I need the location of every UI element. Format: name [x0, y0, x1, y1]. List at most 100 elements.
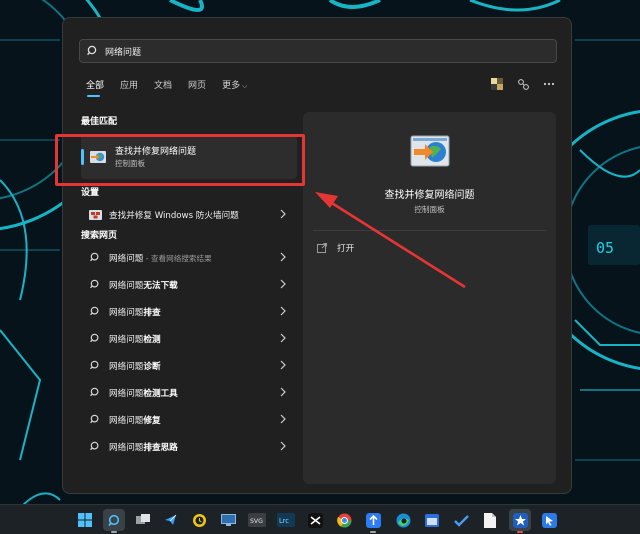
tab-web[interactable]: 网页	[188, 79, 206, 101]
web-search-item-label: 网络问题排查	[109, 306, 161, 318]
account-link-icon[interactable]	[515, 76, 531, 92]
mosaic-tile-icon[interactable]	[489, 76, 505, 92]
chevron-right-icon	[280, 441, 286, 451]
todo-check-icon[interactable]	[450, 509, 472, 531]
results-list: 最佳匹配 查找并修复网络问题 控制面板 设置 查找并修复 Windows 防火墙…	[81, 114, 297, 460]
web-search-item[interactable]: 网络问题无法下载	[81, 271, 297, 298]
chevron-right-icon	[280, 306, 286, 316]
chevron-right-icon	[280, 333, 286, 343]
search-icon	[87, 40, 105, 62]
tab-more[interactable]: 更多 ⌵	[222, 79, 247, 101]
search-icon	[87, 250, 103, 266]
chevron-down-icon: ⌵	[242, 82, 248, 90]
filter-tabs: 全部 应用 文档 网页 更多 ⌵	[86, 79, 263, 101]
wallpaper-badge-text: 05	[596, 239, 614, 257]
windows-start-icon[interactable]	[74, 509, 96, 531]
web-search-item-prefix: 网络问题	[109, 442, 144, 453]
network-troubleshooter-large-icon	[410, 134, 450, 168]
search-input[interactable]	[105, 41, 556, 61]
lyrics-app-icon[interactable]: Lrc	[275, 509, 297, 531]
web-search-rows: 网络问题 - 查看网络搜索结果 网络问题无法下载 网络问题排查 网络问题检测 网络问题诊…	[81, 244, 297, 460]
web-search-item-prefix: 网络问题	[109, 334, 144, 345]
tab-documents[interactable]: 文档	[154, 79, 172, 101]
firewall-settings-icon	[87, 207, 103, 223]
web-search-item-label: 网络问题无法下载	[109, 279, 178, 291]
search-icon	[87, 385, 103, 401]
web-search-item-label: 网络问题修复	[109, 414, 161, 426]
document-file-icon[interactable]	[479, 509, 501, 531]
task-view-icon[interactable]	[132, 509, 154, 531]
best-match-texts: 查找并修复网络问题 控制面板	[115, 146, 196, 169]
svg-editor-label: SVG	[250, 518, 263, 525]
web-search-item-label: 网络问题排查思路	[109, 441, 178, 453]
web-search-item-suffix: - 查看网络搜索结果	[143, 253, 212, 263]
web-search-item[interactable]: 网络问题修复	[81, 406, 297, 433]
selection-accent-bar	[81, 149, 84, 165]
web-search-item-bold: 修复	[143, 415, 161, 426]
open-external-icon	[317, 243, 327, 253]
chevron-right-icon	[280, 387, 286, 397]
settings-item-label: 查找并修复 Windows 防火墙问题	[109, 210, 239, 221]
web-search-item-label: 网络问题检测工具	[109, 387, 178, 399]
web-search-item-label: 网络问题诊断	[109, 360, 161, 372]
web-search-item[interactable]: 网络问题检测	[81, 325, 297, 352]
web-search-item-prefix: 网络问题	[109, 415, 144, 426]
lyrics-app-label: Lrc	[279, 517, 289, 525]
best-match-result[interactable]: 查找并修复网络问题 控制面板	[81, 135, 297, 179]
chevron-right-icon	[280, 360, 286, 370]
taskbar-search-icon[interactable]	[103, 509, 125, 533]
web-search-item-bold: 排查思路	[143, 442, 178, 453]
chevron-right-icon	[280, 209, 286, 219]
web-search-item-bold: 诊断	[143, 361, 161, 372]
preview-title: 查找并修复网络问题	[384, 190, 475, 201]
more-dots-icon[interactable]	[541, 76, 557, 92]
web-search-item-bold: 排查	[143, 307, 161, 318]
section-title-web-search: 搜索网页	[81, 231, 118, 241]
cursor-app-icon[interactable]	[538, 509, 560, 531]
feishu-app-icon[interactable]	[160, 509, 182, 531]
chevron-right-icon	[280, 252, 286, 262]
preview-divider	[313, 230, 546, 231]
chevron-right-icon	[280, 414, 286, 424]
chevron-right-icon	[280, 279, 286, 289]
tab-all[interactable]: 全部	[86, 79, 104, 101]
web-search-item-bold: 检测	[143, 334, 161, 345]
web-search-item[interactable]: 网络问题排查思路	[81, 433, 297, 460]
web-search-item-prefix: 网络问题	[109, 253, 144, 264]
web-search-item[interactable]: 网络问题诊断	[81, 352, 297, 379]
settings-item-firewall[interactable]: 查找并修复 Windows 防火墙问题	[81, 201, 297, 228]
svg-editor-icon[interactable]: SVG	[246, 509, 268, 531]
search-box[interactable]	[79, 39, 557, 63]
edge-browser-icon[interactable]	[392, 509, 414, 531]
search-icon	[87, 358, 103, 374]
notification-indicator	[517, 531, 523, 533]
search-icon	[87, 277, 103, 293]
web-search-item[interactable]: 网络问题检测工具	[81, 379, 297, 406]
search-icon	[87, 412, 103, 428]
panel-top-actions	[489, 76, 557, 92]
open-action-button[interactable]: 打开	[317, 242, 354, 254]
result-preview-pane: 查找并修复网络问题 控制面板 打开	[303, 112, 556, 484]
best-match-title: 查找并修复网络问题	[115, 146, 197, 157]
section-title-best-match: 最佳匹配	[81, 117, 118, 127]
taskbar: SVG Lrc	[0, 504, 640, 534]
start-search-panel: 全部 应用 文档 网页 更多 ⌵ 最佳匹配 查找并修复网络问题 控制面	[62, 17, 572, 494]
search-icon	[87, 439, 103, 455]
capcut-app-icon[interactable]	[304, 509, 326, 531]
remote-desktop-icon[interactable]	[217, 509, 239, 531]
clock-app-icon[interactable]	[188, 509, 210, 531]
upload-app-icon[interactable]	[362, 509, 384, 533]
web-search-item[interactable]: 网络问题排查	[81, 298, 297, 325]
calendar-app-icon[interactable]	[421, 509, 443, 531]
tab-more-label: 更多	[222, 81, 241, 91]
web-search-item[interactable]: 网络问题 - 查看网络搜索结果	[81, 244, 297, 271]
tab-apps[interactable]: 应用	[120, 79, 138, 101]
chrome-browser-icon[interactable]	[333, 509, 355, 531]
web-search-item-label: 网络问题检测	[109, 333, 161, 345]
open-action-label: 打开	[337, 244, 355, 254]
web-search-item-prefix: 网络问题	[109, 361, 144, 372]
web-search-item-label: 网络问题 - 查看网络搜索结果	[109, 252, 212, 264]
best-match-subtitle: 控制面板	[115, 158, 145, 168]
preview-subtitle: 控制面板	[414, 205, 445, 214]
star-app-icon[interactable]	[509, 509, 531, 533]
